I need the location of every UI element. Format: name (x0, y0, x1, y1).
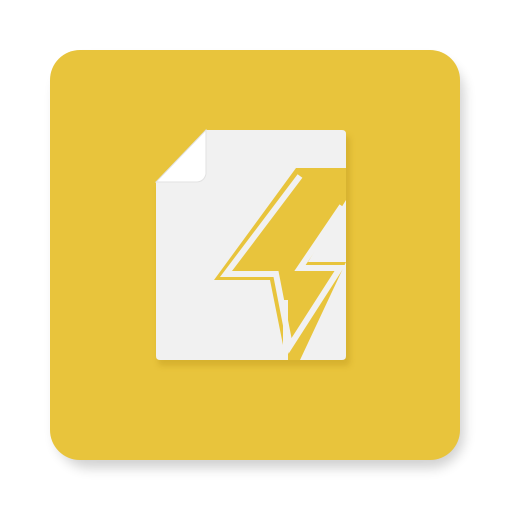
bolt-stem-gap (283, 300, 288, 360)
app-icon-canvas (0, 0, 512, 512)
document-lightning-icon (50, 50, 464, 468)
